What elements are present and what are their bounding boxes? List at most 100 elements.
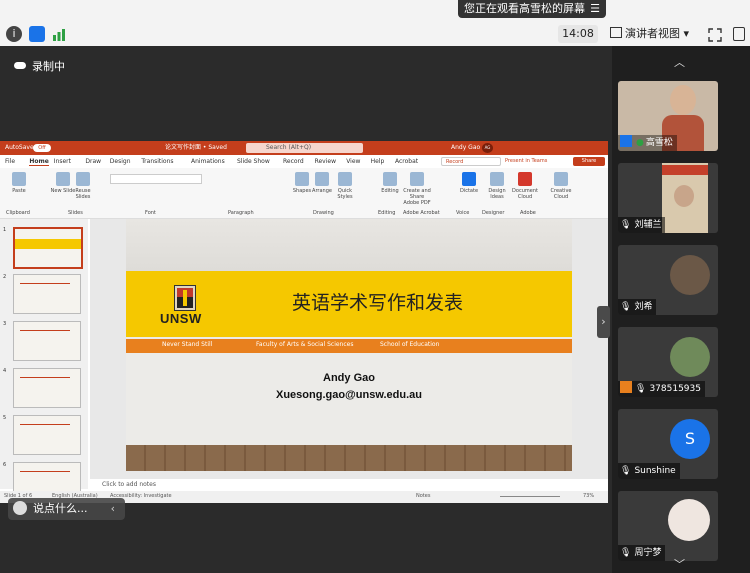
slide-email: Xuesong.gao@unsw.edu.au bbox=[276, 389, 422, 401]
menu-tab[interactable]: Home bbox=[29, 158, 49, 166]
ppt-user-name: Andy Gao bbox=[451, 144, 481, 151]
participant-video bbox=[662, 163, 708, 233]
mic-muted-icon: 🎙 bbox=[620, 548, 632, 558]
tagline-item: Faculty of Arts & Social Sciences bbox=[256, 341, 354, 348]
ppt-user-avatar[interactable]: AG bbox=[482, 143, 493, 153]
participant-tile[interactable]: S 🎙 Sunshine bbox=[618, 409, 718, 479]
participant-tile[interactable]: ● 高雪松 bbox=[618, 81, 718, 151]
ribbon-button-label: Design Ideas bbox=[488, 188, 506, 200]
emoji-icon[interactable] bbox=[13, 501, 27, 515]
ribbon-button-icon bbox=[518, 172, 532, 186]
ribbon-button[interactable]: Reuse Slides bbox=[68, 172, 98, 200]
participant-video-face bbox=[670, 85, 696, 115]
ribbon-button[interactable]: Create and Share Adobe PDF bbox=[402, 172, 432, 206]
participant-tile[interactable]: 🎙 周宁梦 bbox=[618, 491, 718, 561]
mic-muted-icon: 🎙 bbox=[620, 220, 632, 230]
participant-tile[interactable]: 🎙 刘辅兰 bbox=[618, 163, 718, 233]
ribbon-button-icon bbox=[383, 172, 397, 186]
participant-tile[interactable]: 🎙 刘希 bbox=[618, 245, 718, 315]
participant-video-face bbox=[674, 185, 694, 207]
autosave-toggle[interactable]: Off bbox=[33, 144, 51, 152]
ribbon-button-icon bbox=[76, 172, 90, 186]
share-button[interactable]: Share bbox=[573, 157, 605, 166]
top-toolbar: i 14:08 演讲者视图 ▾ bbox=[0, 0, 750, 46]
menu-tab[interactable]: Review bbox=[315, 158, 336, 165]
menu-tab[interactable]: Animations bbox=[191, 158, 225, 165]
ribbon-group-label: Designer bbox=[482, 210, 505, 216]
ribbon-button-icon bbox=[315, 172, 329, 186]
meeting-timer: 14:08 bbox=[558, 25, 598, 43]
thumbnail-number: 5 bbox=[3, 415, 7, 421]
record-button[interactable]: Record bbox=[441, 157, 501, 166]
zoom-slider[interactable] bbox=[500, 496, 560, 497]
menu-tab[interactable]: Help bbox=[371, 158, 385, 165]
participant-avatar bbox=[668, 499, 710, 541]
slide-thumbnail[interactable] bbox=[13, 274, 81, 314]
ribbon-button[interactable]: Document Cloud bbox=[510, 172, 540, 200]
menu-tab[interactable]: View bbox=[346, 158, 360, 165]
security-shield-icon[interactable] bbox=[29, 26, 45, 42]
ribbon-button-label: Create and Share Adobe PDF bbox=[403, 188, 431, 206]
document-title: 论文写作封面 • Saved bbox=[165, 144, 227, 151]
menu-tab[interactable]: Insert bbox=[54, 158, 71, 165]
slide-thumbnail[interactable] bbox=[13, 415, 81, 455]
participant-name: 周宁梦 bbox=[634, 548, 662, 558]
scroll-down-icon[interactable]: ﹀ bbox=[674, 556, 685, 572]
ribbon-group-label: Font bbox=[145, 210, 156, 216]
slide-thumbnail-pane[interactable]: 1 2 3 4 5 6 bbox=[0, 219, 88, 502]
ribbon-group-label: Adobe Acrobat bbox=[403, 210, 440, 216]
ribbon-button-label: Dictate bbox=[459, 188, 479, 194]
banner-text: 您正在观看高雪松的屏幕 bbox=[464, 2, 585, 15]
participant-name: Sunshine bbox=[634, 466, 676, 476]
collapse-sidebar-button[interactable]: › bbox=[597, 306, 610, 338]
present-label: Present in Teams bbox=[505, 158, 548, 164]
chevron-down-icon: ▾ bbox=[683, 27, 690, 40]
participant-name: 刘辅兰 bbox=[634, 220, 662, 230]
fullscreen-icon[interactable] bbox=[708, 27, 722, 42]
slide-author: Andy Gao bbox=[323, 372, 375, 384]
ribbon-group-label: Adobe bbox=[520, 210, 536, 216]
menu-tab[interactable]: Transitions bbox=[141, 158, 173, 165]
signal-bars-icon[interactable] bbox=[52, 26, 66, 41]
slide-thumbnail[interactable] bbox=[13, 368, 81, 408]
window-icon[interactable] bbox=[733, 27, 745, 41]
ribbon-button-label: Editing bbox=[381, 188, 399, 194]
ribbon-button[interactable]: Design Ideas bbox=[482, 172, 512, 200]
menu-tab[interactable]: Design bbox=[110, 158, 131, 165]
present-in-teams-button[interactable]: Present in Teams bbox=[505, 157, 563, 166]
participant-name: 高雪松 bbox=[645, 138, 673, 148]
thumbnail-number: 4 bbox=[3, 368, 7, 374]
menu-tab[interactable]: File bbox=[5, 158, 15, 165]
menu-tab[interactable]: Record bbox=[283, 158, 304, 165]
comment-input-bar[interactable]: 说点什么... ‹ bbox=[8, 498, 125, 520]
presenter-view-dropdown[interactable]: 演讲者视图 ▾ bbox=[610, 25, 702, 43]
menu-tab[interactable]: Acrobat bbox=[395, 158, 418, 165]
ribbon-button-icon bbox=[554, 172, 568, 186]
thumbnail-line bbox=[20, 377, 70, 378]
scroll-up-icon[interactable]: ︿ bbox=[674, 54, 685, 70]
menu-icon[interactable]: ☰ bbox=[590, 0, 600, 18]
banner-in-video bbox=[662, 165, 708, 175]
ribbon-button[interactable]: Creative Cloud bbox=[546, 172, 576, 200]
info-icon[interactable]: i bbox=[6, 26, 22, 42]
zoom-level[interactable]: 73% bbox=[583, 493, 594, 499]
font-name-box[interactable] bbox=[110, 174, 202, 184]
ribbon-button[interactable]: Paste bbox=[4, 172, 34, 194]
participant-tile[interactable]: 🎙 378515935 bbox=[618, 327, 718, 397]
notes-pane[interactable]: Click to add notes bbox=[90, 479, 608, 491]
ribbon-button[interactable]: Editing bbox=[375, 172, 405, 194]
menu-tab[interactable]: Slide Show bbox=[237, 158, 270, 165]
slide-top-band bbox=[126, 219, 572, 271]
host-icon bbox=[620, 135, 632, 147]
ppt-search-box[interactable]: Search (Alt+Q) bbox=[246, 143, 363, 153]
ribbon-button[interactable]: Dictate bbox=[454, 172, 484, 194]
menu-tab[interactable]: Draw bbox=[85, 158, 101, 165]
notes-toggle[interactable]: Notes bbox=[416, 493, 430, 499]
slide-thumbnail[interactable] bbox=[13, 321, 81, 361]
ribbon-button[interactable]: Quick Styles bbox=[330, 172, 360, 200]
slide-thumbnail[interactable] bbox=[13, 227, 83, 269]
ribbon-group-label: Drawing bbox=[313, 210, 334, 216]
cloud-icon bbox=[14, 62, 26, 69]
participant-avatar bbox=[670, 255, 710, 295]
collapse-comment-icon[interactable]: ‹ bbox=[111, 498, 115, 520]
